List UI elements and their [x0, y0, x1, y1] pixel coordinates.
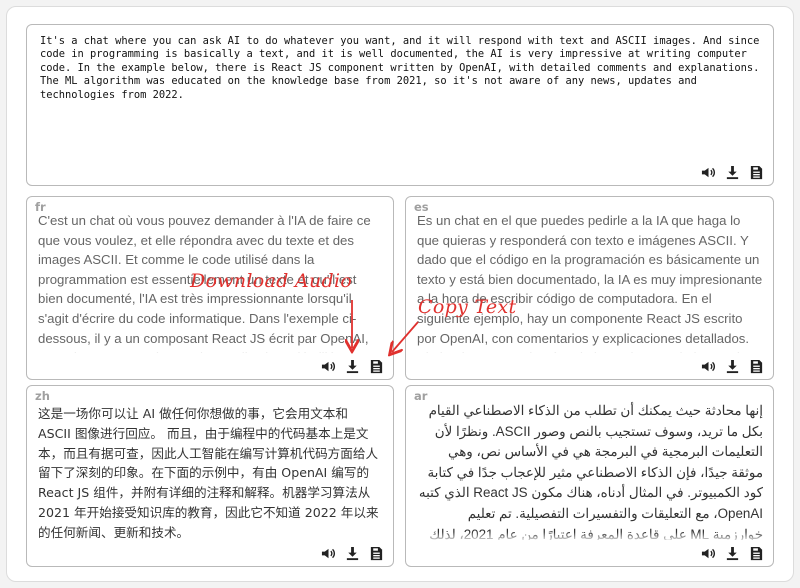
copy-text-arrow — [392, 321, 419, 352]
annotation-arrows — [0, 300, 419, 588]
